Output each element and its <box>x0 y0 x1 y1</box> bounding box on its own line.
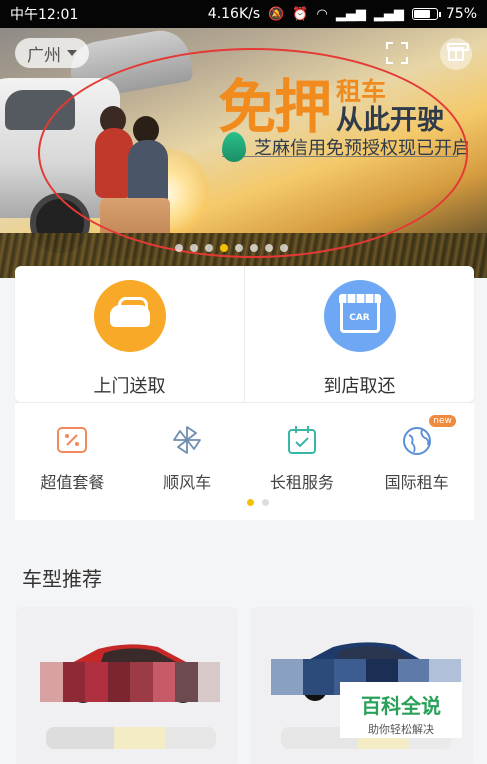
menu-item-long-term[interactable]: 长租服务 <box>245 423 360 493</box>
status-time: 中午12:01 <box>10 7 79 23</box>
headline-main: 免押 <box>218 73 332 141</box>
menu-item-label: 顺风车 <box>163 473 212 492</box>
menu-item-international[interactable]: new 国际租车 <box>359 415 474 493</box>
watermark-logo: 百科全说 助你轻松解决 <box>340 682 462 738</box>
pinwheel-icon <box>173 426 202 454</box>
banner-car-window <box>5 90 75 130</box>
menu-item-rideshare[interactable]: 顺风车 <box>130 423 245 493</box>
chevron-down-icon <box>67 50 77 56</box>
service-store-pickup[interactable]: CAR 到店取还 <box>244 266 474 402</box>
watermark-title: 百科全说 <box>361 694 441 718</box>
privacy-mosaic <box>40 662 220 702</box>
blurred-text <box>46 727 216 749</box>
scan-icon[interactable] <box>386 42 408 64</box>
store-icon-text: CAR <box>349 313 370 323</box>
battery-percent: 75% <box>445 6 477 22</box>
wifi-icon: ◠ <box>316 6 328 22</box>
quick-menu-dot[interactable] <box>262 499 269 506</box>
gift-icon <box>447 43 469 61</box>
gift-button[interactable] <box>440 38 472 70</box>
store-icon: CAR <box>323 280 396 352</box>
network-speed: 4.16K/s <box>207 6 261 22</box>
menu-item-label: 超值套餐 <box>40 473 105 492</box>
status-icons: 4.16K/s 🔕 ⏰ ◠ ▂▄▆ ▂▄▆ 75% <box>208 6 477 22</box>
headline-small-1: 租车 <box>336 77 387 107</box>
status-bar: 中午12:01 4.16K/s 🔕 ⏰ ◠ ▂▄▆ ▂▄▆ 75% <box>0 0 487 28</box>
quick-menu-pagination <box>247 499 269 506</box>
banner-headline: 免押 租车 从此开驶 <box>218 78 444 136</box>
banner-dot[interactable] <box>175 244 183 252</box>
city-selector[interactable]: 广州 <box>15 38 89 68</box>
banner-dot[interactable] <box>190 244 198 252</box>
car-model-card[interactable] <box>16 607 238 764</box>
quick-menu: 超值套餐 顺风车 长租服务 new 国际租车 <box>15 402 474 520</box>
discount-icon <box>57 427 88 453</box>
watermark-subtitle: 助你轻松解决 <box>368 723 434 736</box>
globe-icon <box>402 427 431 455</box>
new-badge: new <box>429 415 456 427</box>
signal-icon: ▂▄▆ <box>335 6 366 22</box>
banner-pagination <box>175 244 288 252</box>
car-icon <box>93 280 166 352</box>
sesame-credit-icon <box>222 132 246 162</box>
alarm-icon: ⏰ <box>292 6 309 22</box>
service-label: 到店取还 <box>323 376 396 397</box>
banner-subtext: 芝麻信用免预授权现已开启 <box>254 138 470 159</box>
menu-item-label: 国际租车 <box>384 473 449 492</box>
banner-dot[interactable] <box>250 244 258 252</box>
battery-icon <box>411 8 441 20</box>
calendar-icon <box>287 426 316 454</box>
section-title: 车型推荐 <box>22 567 102 591</box>
mute-icon: 🔕 <box>268 6 285 22</box>
service-card: 上门送取 CAR 到店取还 <box>15 266 474 402</box>
service-door-to-door[interactable]: 上门送取 <box>15 266 244 402</box>
banner-dot[interactable] <box>205 244 213 252</box>
banner-dot[interactable] <box>220 244 228 252</box>
menu-item-value-package[interactable]: 超值套餐 <box>15 423 130 493</box>
service-label: 上门送取 <box>93 376 166 397</box>
city-name: 广州 <box>27 45 61 66</box>
banner-dot[interactable] <box>280 244 288 252</box>
signal-icon-2: ▂▄▆ <box>373 6 404 22</box>
banner-dot[interactable] <box>235 244 243 252</box>
battery-fill <box>413 10 431 18</box>
banner-subline: 芝麻信用免预授权现已开启 <box>222 132 470 162</box>
banner-person-2-body <box>128 140 168 205</box>
banner-dot[interactable] <box>265 244 273 252</box>
menu-item-label: 长租服务 <box>269 473 334 492</box>
quick-menu-dot[interactable] <box>247 499 254 506</box>
